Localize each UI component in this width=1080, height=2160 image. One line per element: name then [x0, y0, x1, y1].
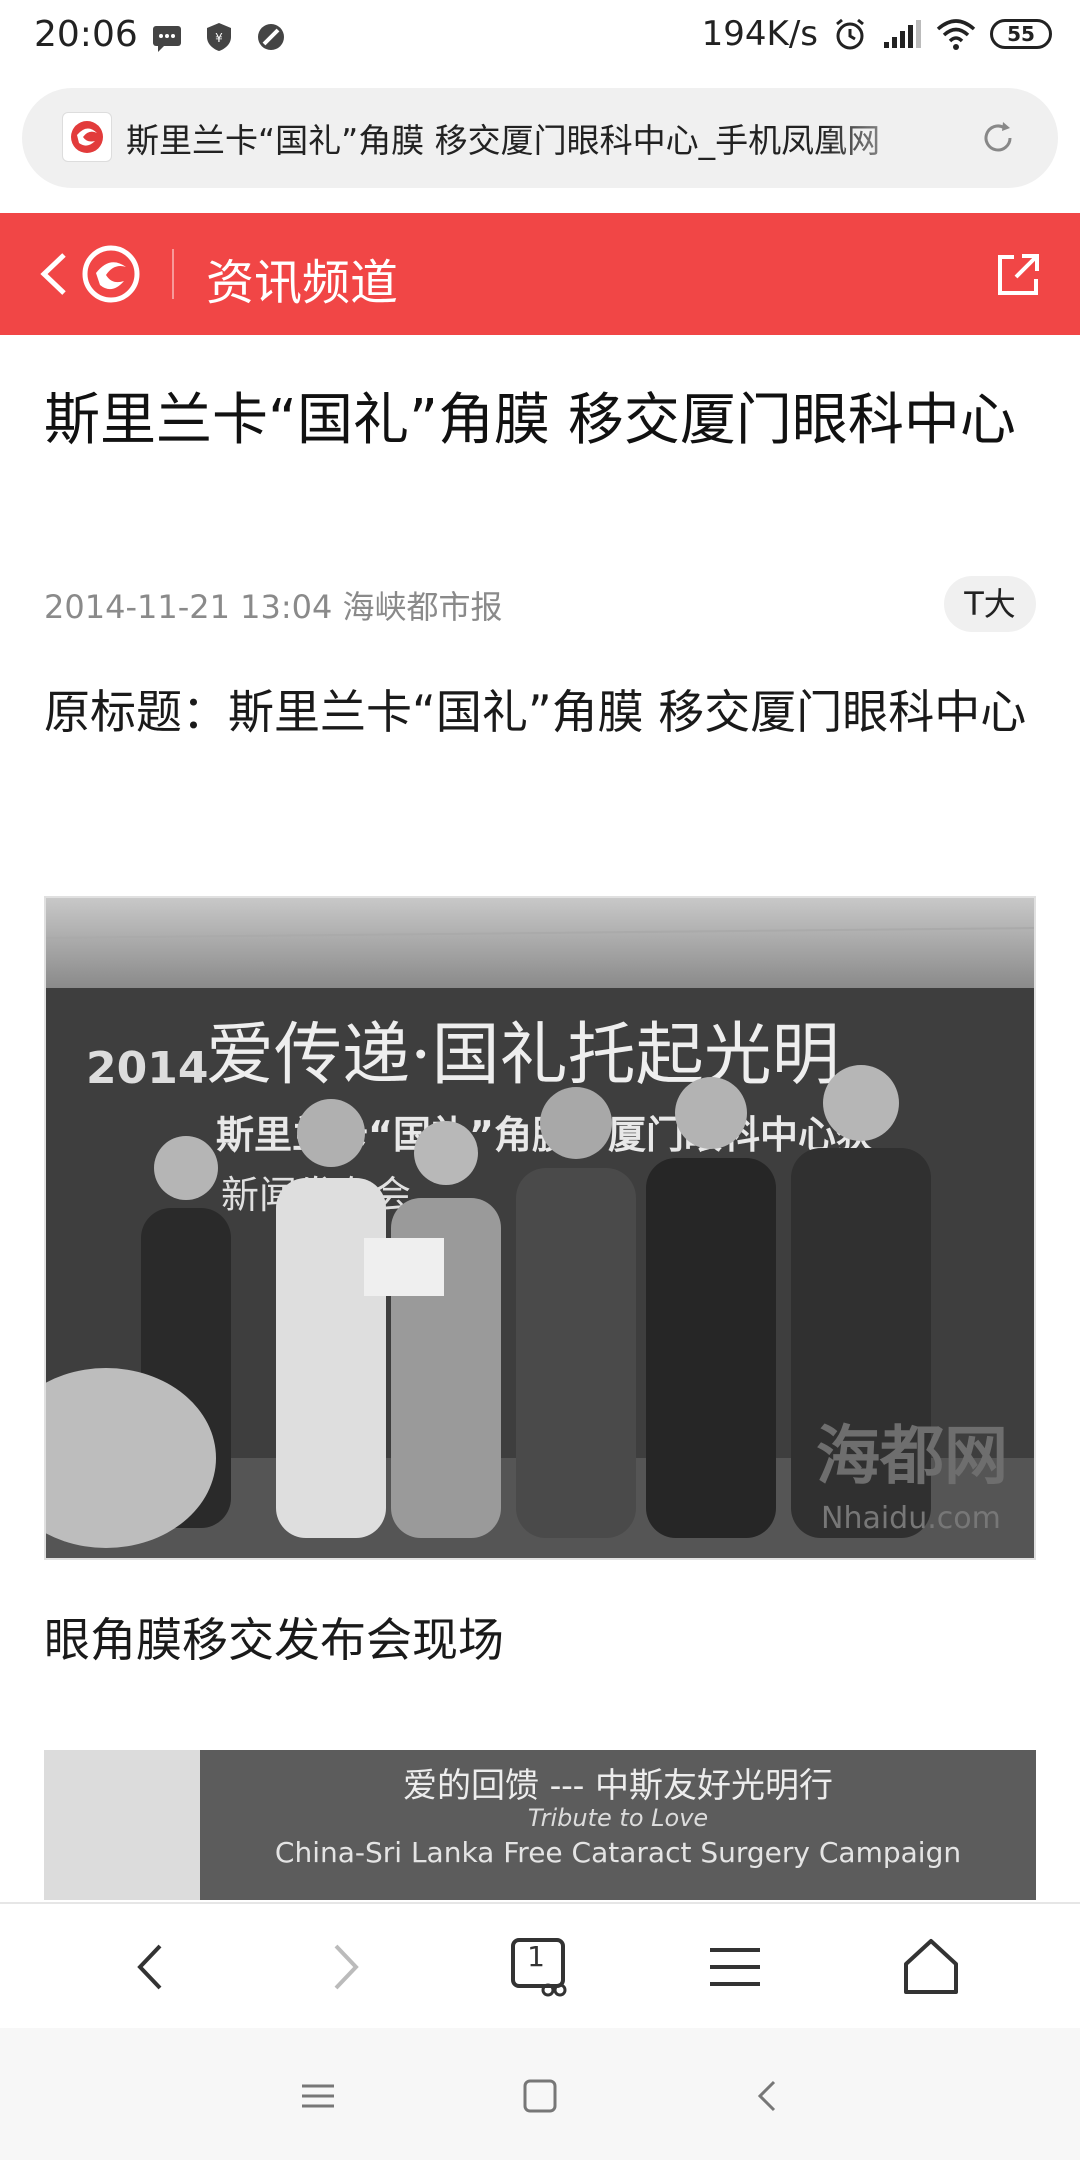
font-size-button[interactable]: T大 — [944, 576, 1036, 632]
net-speed: 194K/s — [701, 14, 818, 54]
svg-text:¥: ¥ — [215, 31, 223, 45]
wifi-icon — [936, 19, 976, 50]
article-meta: 2014-11-21 13:04 海峡都市报 — [44, 588, 503, 626]
article-title: 斯里兰卡“国礼”角膜 移交厦门眼科中心 — [44, 388, 1016, 453]
photo-watermark: 海都网 — [816, 1419, 1008, 1494]
banner-year: 2014 — [86, 1043, 208, 1094]
menu-icon[interactable] — [702, 1934, 768, 2000]
status-notification-icons: ¥ — [150, 20, 288, 54]
photo-watermark-url: Nhaidu.com — [821, 1501, 1001, 1536]
browser-toolbar: 1 — [0, 1902, 1080, 2028]
battery-indicator: 55 — [990, 19, 1052, 49]
campaign-line2: Tribute to Love — [527, 1804, 709, 1832]
status-bar: 20:06 ¥ 194K/s 55 — [0, 0, 1080, 80]
reload-icon[interactable] — [976, 116, 1020, 160]
tabs-button[interactable]: 1 — [508, 1934, 574, 2000]
banner-line1: 爱传递·国礼托起光明 — [206, 1016, 840, 1095]
status-time: 20:06 — [34, 14, 138, 55]
forward-icon[interactable] — [312, 1934, 378, 2000]
photo-caption: 眼角膜移交发布会现场 — [44, 1613, 504, 1667]
ifeng-logo-icon[interactable] — [80, 243, 142, 305]
back-icon[interactable] — [118, 1934, 184, 2000]
site-favicon — [62, 112, 112, 162]
back-icon[interactable] — [748, 2076, 788, 2116]
article-photo-campaign[interactable]: 爱的回馈 --- 中斯友好光明行 Tribute to Love China-S… — [44, 1750, 1036, 1900]
signal-icon — [884, 20, 921, 48]
header-divider — [172, 249, 174, 299]
system-navigation-bar — [0, 2028, 1080, 2160]
home-icon[interactable] — [520, 2076, 560, 2116]
shield-icon: ¥ — [207, 23, 231, 51]
article-photo-press-conference[interactable]: 2014 爱传递·国礼托起光明 斯里兰卡“国礼”角膜，厦门眼科中心获 新闻发布会… — [44, 896, 1036, 1560]
message-icon — [153, 26, 181, 52]
tab-count: 1 — [527, 1940, 545, 1973]
back-icon[interactable] — [36, 249, 72, 299]
channel-title: 资讯频道 — [206, 255, 399, 311]
channel-header: 资讯频道 — [0, 213, 1080, 335]
url-text[interactable]: 斯里兰卡“国礼”角膜 移交厦门眼科中心_手机凤凰网 — [126, 114, 946, 162]
alarm-icon — [836, 18, 864, 50]
campaign-line3: China-Sri Lanka Free Cataract Surgery Ca… — [274, 1836, 962, 1869]
original-title: 原标题：斯里兰卡“国礼”角膜 移交厦门眼科中心 — [44, 685, 1027, 739]
share-icon[interactable] — [992, 249, 1044, 301]
block-icon — [258, 24, 284, 50]
status-right: 194K/s 55 — [702, 14, 1052, 54]
address-bar[interactable]: 斯里兰卡“国礼”角膜 移交厦门眼科中心_手机凤凰网 — [22, 88, 1058, 188]
press-conference-photo: 2014 爱传递·国礼托起光明 斯里兰卡“国礼”角膜，厦门眼科中心获 新闻发布会… — [46, 898, 1034, 1558]
photo-left-strip — [44, 1750, 200, 1900]
campaign-banner: 爱的回馈 --- 中斯友好光明行 Tribute to Love China-S… — [200, 1750, 1036, 1900]
recent-apps-icon[interactable] — [298, 2076, 338, 2116]
campaign-line1: 爱的回馈 --- 中斯友好光明行 — [402, 1766, 834, 1806]
home-icon[interactable] — [898, 1934, 964, 2000]
